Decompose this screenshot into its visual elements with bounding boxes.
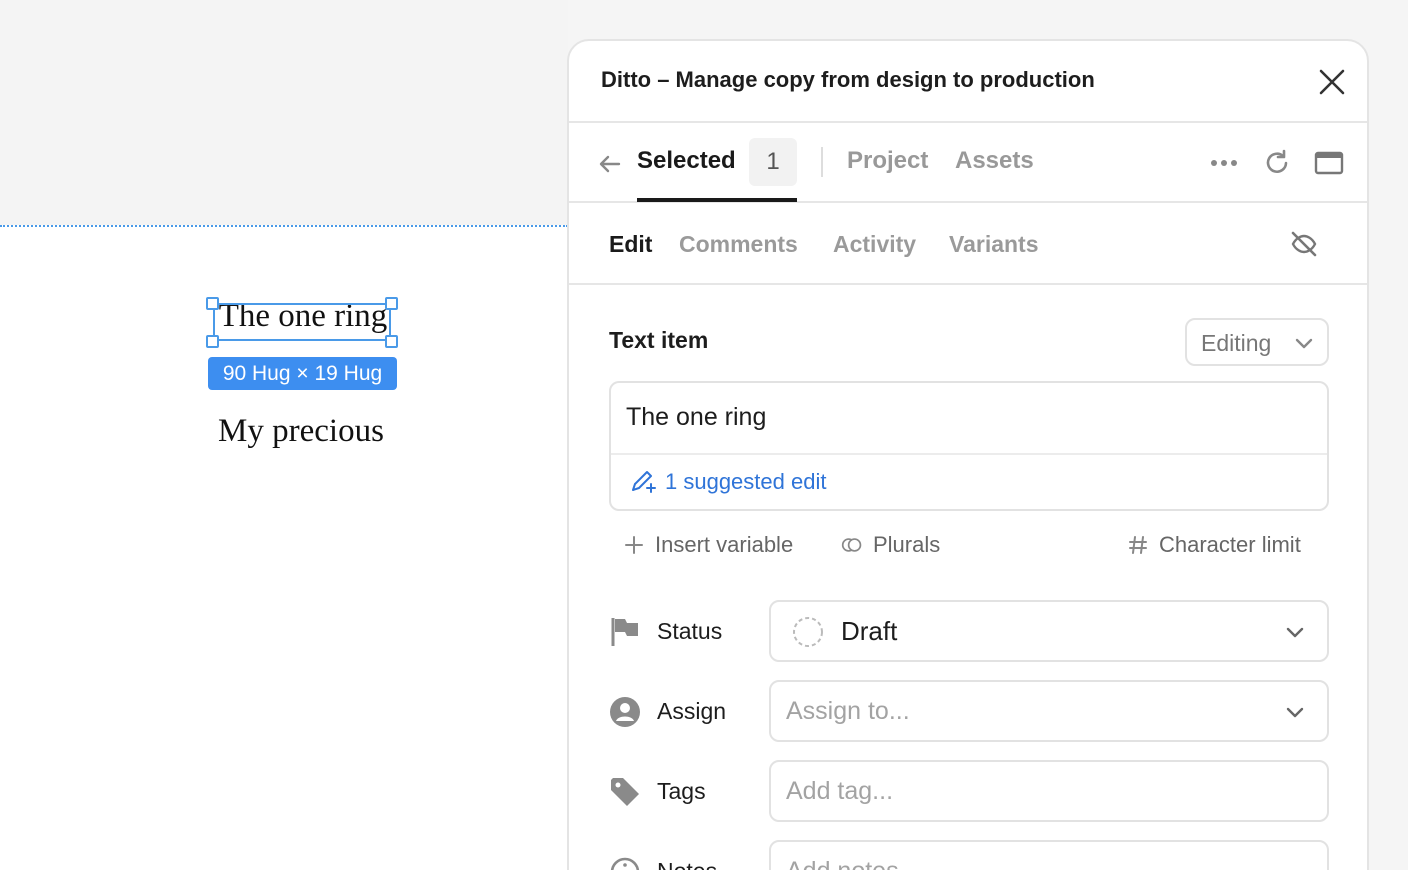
- window-icon[interactable]: [1314, 148, 1344, 178]
- assign-label: Assign: [657, 698, 727, 724]
- tab-variants[interactable]: Variants: [949, 231, 1039, 258]
- resize-handle-br[interactable]: [385, 335, 398, 348]
- plurals-label: Plurals: [873, 532, 941, 557]
- status-label: Status: [657, 618, 723, 644]
- tab-selected[interactable]: Selected: [637, 147, 736, 175]
- tab-activity[interactable]: Activity: [833, 231, 916, 258]
- selection-box[interactable]: [213, 303, 391, 341]
- character-limit-button[interactable]: Character limit: [1127, 532, 1301, 558]
- tag-icon: [611, 778, 639, 806]
- refresh-icon[interactable]: [1262, 148, 1292, 178]
- tab-comments[interactable]: Comments: [679, 231, 798, 258]
- size-badge: 90 Hug × 19 Hug: [208, 357, 397, 390]
- close-icon[interactable]: [1315, 65, 1349, 99]
- insert-variable-button[interactable]: Insert variable: [623, 532, 793, 558]
- plus-icon: [625, 536, 643, 554]
- nav-divider: [821, 147, 823, 177]
- active-tab-indicator: [637, 198, 797, 202]
- tags-placeholder: Add tag...: [786, 777, 894, 805]
- back-arrow-icon[interactable]: [597, 151, 623, 177]
- selected-count-badge: 1: [749, 138, 797, 186]
- text-item-label: Text item: [609, 327, 709, 353]
- tags-input[interactable]: Add tag...: [769, 760, 1329, 822]
- user-icon: [610, 697, 640, 727]
- mode-dropdown[interactable]: Editing: [1185, 318, 1329, 366]
- notes-row: Notes Add notes...: [609, 840, 1329, 870]
- insert-variable-label: Insert variable: [655, 532, 794, 557]
- chevron-down-icon: [1295, 338, 1313, 349]
- assign-dropdown[interactable]: Assign to...: [769, 680, 1329, 742]
- ditto-plugin-panel: Ditto – Manage copy from design to produ…: [567, 39, 1369, 870]
- suggested-edit-link[interactable]: 1 suggested edit: [665, 469, 826, 495]
- plurals-button[interactable]: Plurals: [841, 532, 940, 558]
- status-value: Draft: [841, 616, 898, 646]
- text-item-card[interactable]: The one ring 1 suggested edit: [609, 381, 1329, 511]
- tab-edit[interactable]: Edit: [609, 231, 652, 258]
- hash-icon: [1129, 536, 1147, 554]
- unlink-icon[interactable]: [1287, 227, 1321, 261]
- resize-handle-tr[interactable]: [385, 297, 398, 310]
- text-tools: Insert variable Plurals Character limit: [609, 532, 1329, 564]
- resize-handle-bl[interactable]: [206, 335, 219, 348]
- character-limit-label: Character limit: [1159, 532, 1301, 557]
- card-divider: [611, 453, 1327, 455]
- sub-nav: Edit Comments Activity Variants: [569, 203, 1367, 285]
- assign-row: Assign Assign to...: [609, 680, 1329, 744]
- notes-input[interactable]: Add notes...: [769, 840, 1329, 870]
- status-row: Status Draft: [609, 600, 1329, 664]
- panel-title: Ditto – Manage copy from design to produ…: [601, 67, 1095, 92]
- main-nav: Selected 1 Project Assets: [569, 123, 1367, 203]
- tab-assets[interactable]: Assets: [955, 147, 1034, 175]
- status-dropdown[interactable]: Draft: [769, 600, 1329, 662]
- more-options-icon[interactable]: [1209, 148, 1239, 178]
- tab-project[interactable]: Project: [847, 147, 928, 175]
- draft-status-icon: [793, 617, 823, 647]
- flag-icon: [611, 618, 638, 646]
- text-item-value[interactable]: The one ring: [626, 403, 766, 432]
- tags-label: Tags: [657, 778, 706, 804]
- canvas-background: [0, 0, 568, 225]
- magic-pencil-icon: [632, 471, 656, 493]
- notes-placeholder: Add notes...: [786, 857, 919, 870]
- text-layer-precious[interactable]: My precious: [201, 413, 401, 450]
- design-canvas[interactable]: The one ring 90 Hug × 19 Hug My precious: [0, 0, 568, 870]
- tags-row: Tags Add tag...: [609, 760, 1329, 824]
- mode-dropdown-label: Editing: [1201, 330, 1272, 356]
- panel-titlebar: Ditto – Manage copy from design to produ…: [569, 41, 1367, 123]
- chevron-down-icon: [1286, 707, 1304, 718]
- plurals-icon: [841, 538, 862, 552]
- assign-placeholder: Assign to...: [786, 697, 910, 725]
- notes-label: Notes: [657, 858, 717, 870]
- info-icon: [610, 857, 640, 870]
- resize-handle-tl[interactable]: [206, 297, 219, 310]
- chevron-down-icon: [1286, 627, 1304, 638]
- edit-content: Text item Editing The one ring 1 suggest…: [569, 285, 1367, 870]
